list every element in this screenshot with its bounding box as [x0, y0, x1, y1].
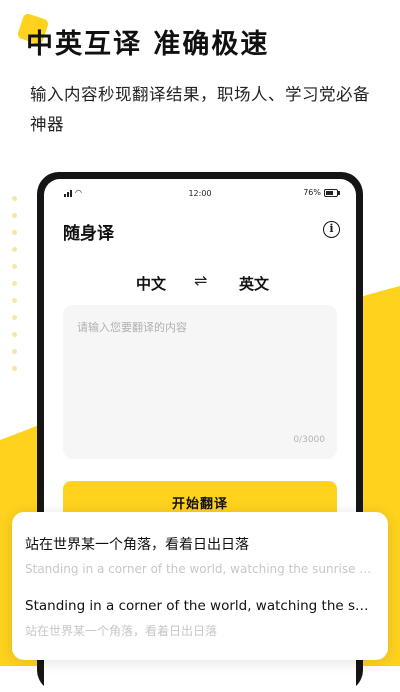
- translation-input[interactable]: [75, 317, 329, 431]
- history-item-source: 站在世界某一个角落，看着日出日落: [25, 537, 249, 553]
- status-bar: ◠ 12:00 76%: [44, 179, 356, 209]
- translation-history-card: 站在世界某一个角落，看着日出日落 Standing in a corner of…: [12, 512, 388, 660]
- translation-input-box: 0/3000: [63, 305, 337, 459]
- history-item-translation: Standing in a corner of the world, watch…: [25, 562, 376, 576]
- battery-icon: [324, 188, 340, 197]
- source-language-button[interactable]: 中文: [136, 273, 166, 294]
- target-language-button[interactable]: 英文: [239, 273, 269, 294]
- history-item[interactable]: Standing in a corner of the world, watch…: [25, 598, 376, 639]
- app-bar: 随身译 i: [44, 209, 356, 255]
- app-title: 随身译: [63, 224, 114, 244]
- battery-percent: 76%: [303, 188, 321, 197]
- history-item[interactable]: 站在世界某一个角落，看着日出日落 Standing in a corner of…: [25, 534, 376, 576]
- char-count: 0/3000: [293, 435, 325, 445]
- history-item-translation: 站在世界某一个角落，看着日出日落: [25, 624, 218, 638]
- promo-subtitle: 输入内容秒现翻译结果，职场人、学习党必备神器: [30, 85, 370, 134]
- info-icon[interactable]: i: [323, 221, 340, 238]
- language-selector: 中文 ⇌ 英文: [44, 255, 356, 311]
- history-item-source: Standing in a corner of the world, watch…: [25, 598, 376, 614]
- swap-icon[interactable]: ⇌: [194, 271, 207, 290]
- decorative-dots: [12, 196, 24, 383]
- status-right-group: 76%: [303, 188, 340, 197]
- headline-block: 中英互译 准确极速: [16, 12, 270, 61]
- promo-headline: 中英互译 准确极速: [26, 29, 270, 60]
